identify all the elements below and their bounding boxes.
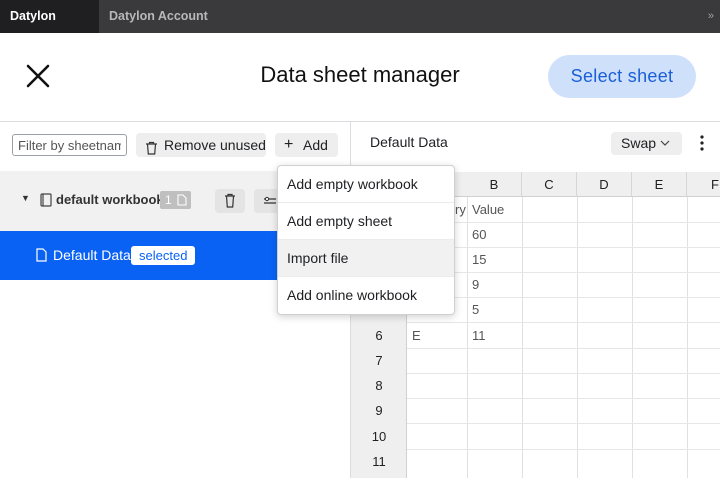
- grid-line: [687, 197, 688, 478]
- grid-line: [522, 197, 523, 478]
- trash-icon: [145, 138, 158, 155]
- grid-line: [407, 423, 720, 424]
- cell-b6[interactable]: 11: [467, 323, 486, 348]
- column-header-d[interactable]: D: [577, 172, 632, 197]
- menu-item-import-file[interactable]: Import file: [278, 240, 454, 277]
- caret-down-icon[interactable]: ▼: [21, 193, 30, 203]
- sheet-count-icon: [177, 194, 187, 206]
- grid-line: [407, 398, 720, 399]
- workbook-icon: [40, 193, 52, 207]
- sheet-count-badge: 1: [160, 191, 191, 209]
- header-divider: [0, 121, 720, 122]
- add-button[interactable]: + Add: [275, 133, 338, 157]
- more-options-icon[interactable]: [698, 134, 706, 152]
- column-header-b[interactable]: B: [467, 172, 522, 197]
- chevron-down-icon: [660, 132, 670, 164]
- menu-item-add-empty-sheet[interactable]: Add empty sheet: [278, 203, 454, 240]
- menu-item-add-empty-workbook[interactable]: Add empty workbook: [278, 166, 454, 203]
- swap-label: Swap: [621, 135, 657, 151]
- row-header-8[interactable]: 8: [351, 373, 407, 398]
- cell-b5[interactable]: 5: [467, 297, 479, 322]
- cell-b2[interactable]: 60: [467, 222, 486, 247]
- grid-line: [407, 373, 720, 374]
- row-header-7[interactable]: 7: [351, 348, 407, 373]
- workbook-name: default workbook: [56, 192, 164, 207]
- tab-datylon-editor[interactable]: Datylon Editor: [0, 0, 99, 56]
- filter-sheetname-input[interactable]: [12, 134, 127, 156]
- sheet-name: Default Data: [53, 247, 131, 263]
- sheet-icon: [36, 248, 47, 262]
- plus-icon: +: [284, 136, 294, 153]
- active-sheet-title: Default Data: [370, 134, 448, 150]
- row-header-6[interactable]: 6: [351, 323, 407, 348]
- add-menu: Add empty workbook Add empty sheet Impor…: [277, 165, 455, 315]
- column-header-f[interactable]: F: [687, 172, 720, 197]
- cell-a6[interactable]: E: [407, 323, 421, 348]
- tab-datylon-account[interactable]: Datylon Account: [99, 0, 218, 33]
- row-header-10[interactable]: 10: [351, 424, 407, 449]
- sheet-count-value: 1: [165, 193, 172, 207]
- menu-item-add-online-workbook[interactable]: Add online workbook: [278, 277, 454, 314]
- delete-workbook-button[interactable]: [215, 189, 245, 213]
- row-header-9[interactable]: 9: [351, 398, 407, 423]
- cell-b3[interactable]: 15: [467, 247, 486, 272]
- trash-icon: [225, 193, 235, 208]
- remove-unused-button[interactable]: Remove unused: [136, 133, 266, 157]
- add-label: Add: [303, 137, 328, 153]
- grid-line: [632, 197, 633, 478]
- remove-unused-label: Remove unused: [164, 137, 266, 153]
- tab-overflow-icon[interactable]: »: [708, 0, 714, 33]
- grid-line: [407, 322, 720, 323]
- app-tab-strip: Datylon Editor Datylon Account »: [0, 0, 720, 56]
- grid-line: [407, 348, 720, 349]
- column-header-e[interactable]: E: [632, 172, 687, 197]
- swap-dropdown[interactable]: Swap: [611, 132, 682, 155]
- cell-b4[interactable]: 9: [467, 272, 479, 297]
- select-sheet-button[interactable]: Select sheet: [548, 55, 696, 98]
- grid-line: [577, 197, 578, 478]
- cell-b1[interactable]: Value: [467, 197, 504, 222]
- column-header-c[interactable]: C: [522, 172, 577, 197]
- grid-line: [407, 449, 720, 450]
- row-header-11[interactable]: 11: [351, 449, 407, 474]
- selected-badge: selected: [131, 246, 196, 265]
